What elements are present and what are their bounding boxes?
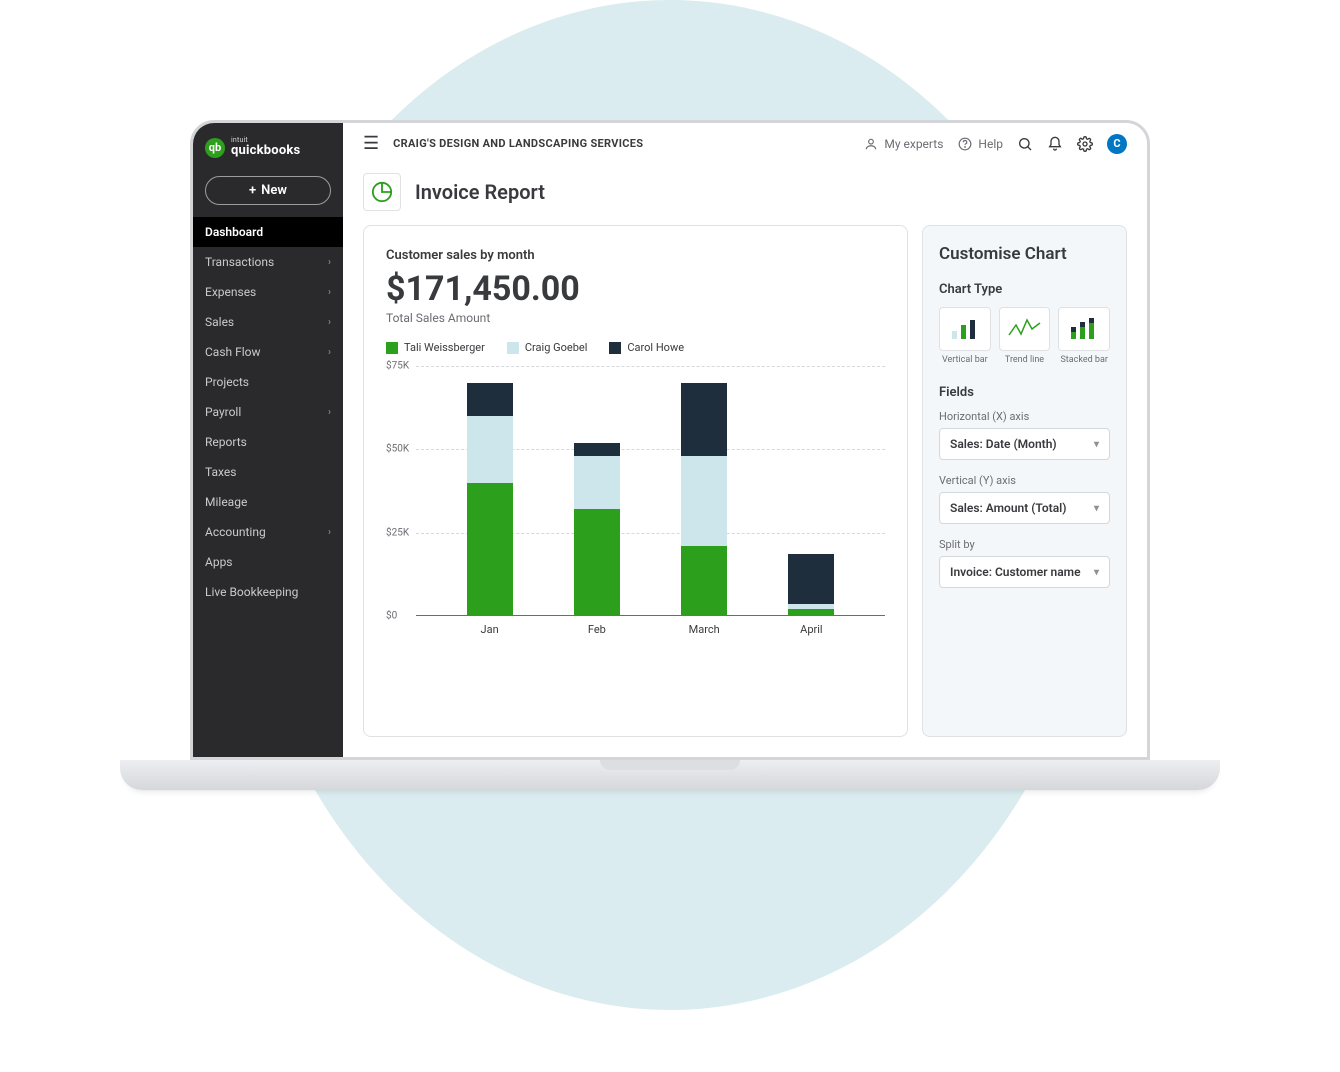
chart-type-trend-line[interactable]: Trend line xyxy=(999,307,1051,365)
page-header: Invoice Report xyxy=(343,165,1147,225)
total-amount: $171,450.00 xyxy=(386,269,885,309)
chevron-down-icon: ▾ xyxy=(1094,567,1099,578)
sidebar-item-live-bookkeeping[interactable]: Live Bookkeeping xyxy=(193,577,343,607)
chevron-right-icon: › xyxy=(328,287,331,298)
brand-logo: qb intuit quickbooks xyxy=(193,123,343,168)
chart-type-icon xyxy=(939,307,991,351)
laptop-base xyxy=(120,760,1220,790)
split-by-label: Split by xyxy=(939,538,1110,551)
bar-segment xyxy=(574,456,620,509)
sidebar-item-payroll[interactable]: Payroll› xyxy=(193,397,343,427)
legend-swatch xyxy=(386,342,398,354)
company-name: CRAIG'S DESIGN AND LANDSCAPING SERVICES xyxy=(393,137,643,150)
y-tick: $0 xyxy=(386,611,397,622)
new-button[interactable]: + New xyxy=(205,176,331,205)
sidebar-item-accounting[interactable]: Accounting› xyxy=(193,517,343,547)
bar-segment xyxy=(467,416,513,483)
app-screen: qb intuit quickbooks + New DashboardTran… xyxy=(190,120,1150,760)
avatar[interactable]: C xyxy=(1107,134,1127,154)
report-icon xyxy=(363,173,401,211)
help-link[interactable]: Help xyxy=(957,136,1003,152)
bar-segment xyxy=(574,509,620,616)
sidebar-item-mileage[interactable]: Mileage xyxy=(193,487,343,517)
bar-segment xyxy=(681,546,727,616)
legend-item: Craig Goebel xyxy=(507,341,588,354)
new-button-label: New xyxy=(261,183,287,198)
chevron-right-icon: › xyxy=(328,407,331,418)
chart-card: Customer sales by month $171,450.00 Tota… xyxy=(363,225,908,737)
sidebar-item-taxes[interactable]: Taxes xyxy=(193,457,343,487)
x-tick: March xyxy=(681,623,727,636)
brand-text: intuit quickbooks xyxy=(231,137,300,158)
chart-type-stacked-bar[interactable]: Stacked bar xyxy=(1058,307,1110,365)
chart-title: Customer sales by month xyxy=(386,248,885,263)
chart-type-label: Chart Type xyxy=(939,282,1110,297)
sidebar-item-cash-flow[interactable]: Cash Flow› xyxy=(193,337,343,367)
chart-plot: $0$25K$50K$75KJanFebMarchApril xyxy=(416,366,885,636)
customise-title: Customise Chart xyxy=(939,244,1110,264)
sidebar-item-projects[interactable]: Projects xyxy=(193,367,343,397)
my-experts-link[interactable]: My experts xyxy=(863,136,943,152)
qb-logo-icon: qb xyxy=(205,138,225,158)
legend-swatch xyxy=(507,342,519,354)
bar-segment xyxy=(467,383,513,416)
bar-segment xyxy=(574,443,620,456)
legend-swatch xyxy=(609,342,621,354)
chart-type-icon xyxy=(999,307,1051,351)
x-tick: Feb xyxy=(574,623,620,636)
chart-type-vertical-bar[interactable]: Vertical bar xyxy=(939,307,991,365)
bar-segment xyxy=(788,554,834,604)
y-axis-label: Vertical (Y) axis xyxy=(939,474,1110,487)
sidebar-item-dashboard[interactable]: Dashboard xyxy=(193,217,343,247)
chart-legend: Tali Weissberger Craig Goebel Carol Howe xyxy=(386,341,885,354)
y-tick: $75K xyxy=(386,361,409,372)
x-tick: April xyxy=(788,623,834,636)
menu-icon[interactable]: ☰ xyxy=(363,133,379,154)
legend-item: Tali Weissberger xyxy=(386,341,485,354)
chevron-right-icon: › xyxy=(328,347,331,358)
topbar: ☰ CRAIG'S DESIGN AND LANDSCAPING SERVICE… xyxy=(343,123,1147,165)
fields-label: Fields xyxy=(939,385,1110,400)
person-icon xyxy=(863,136,879,152)
legend-item: Carol Howe xyxy=(609,341,684,354)
bar-jan xyxy=(467,383,513,616)
x-axis-select[interactable]: Sales: Date (Month) ▾ xyxy=(939,428,1110,460)
sidebar-item-expenses[interactable]: Expenses› xyxy=(193,277,343,307)
chevron-right-icon: › xyxy=(328,317,331,328)
x-tick: Jan xyxy=(467,623,513,636)
page-title: Invoice Report xyxy=(415,180,545,204)
sidebar-item-transactions[interactable]: Transactions› xyxy=(193,247,343,277)
bar-march xyxy=(681,383,727,616)
sidebar: qb intuit quickbooks + New DashboardTran… xyxy=(193,123,343,757)
chevron-right-icon: › xyxy=(328,257,331,268)
search-icon[interactable] xyxy=(1017,136,1033,152)
chart-type-icon xyxy=(1058,307,1110,351)
x-axis-label: Horizontal (X) axis xyxy=(939,410,1110,423)
sidebar-item-reports[interactable]: Reports xyxy=(193,427,343,457)
gear-icon[interactable] xyxy=(1077,136,1093,152)
y-tick: $25K xyxy=(386,527,409,538)
sidebar-item-apps[interactable]: Apps xyxy=(193,547,343,577)
main-area: ☰ CRAIG'S DESIGN AND LANDSCAPING SERVICE… xyxy=(343,123,1147,757)
plus-icon: + xyxy=(249,183,256,198)
bar-feb xyxy=(574,443,620,616)
bar-segment xyxy=(467,483,513,616)
customise-panel: Customise Chart Chart Type Vertical barT… xyxy=(922,225,1127,737)
bar-segment xyxy=(681,383,727,456)
chevron-down-icon: ▾ xyxy=(1094,439,1099,450)
bar-april xyxy=(788,554,834,616)
y-axis-select[interactable]: Sales: Amount (Total) ▾ xyxy=(939,492,1110,524)
laptop-frame: qb intuit quickbooks + New DashboardTran… xyxy=(190,120,1150,790)
split-by-select[interactable]: Invoice: Customer name ▾ xyxy=(939,556,1110,588)
bar-segment xyxy=(788,609,834,616)
chevron-right-icon: › xyxy=(328,527,331,538)
sidebar-item-sales[interactable]: Sales› xyxy=(193,307,343,337)
bar-segment xyxy=(681,456,727,546)
y-tick: $50K xyxy=(386,444,409,455)
chevron-down-icon: ▾ xyxy=(1094,503,1099,514)
total-label: Total Sales Amount xyxy=(386,311,885,325)
help-icon xyxy=(957,136,973,152)
bell-icon[interactable] xyxy=(1047,136,1063,152)
